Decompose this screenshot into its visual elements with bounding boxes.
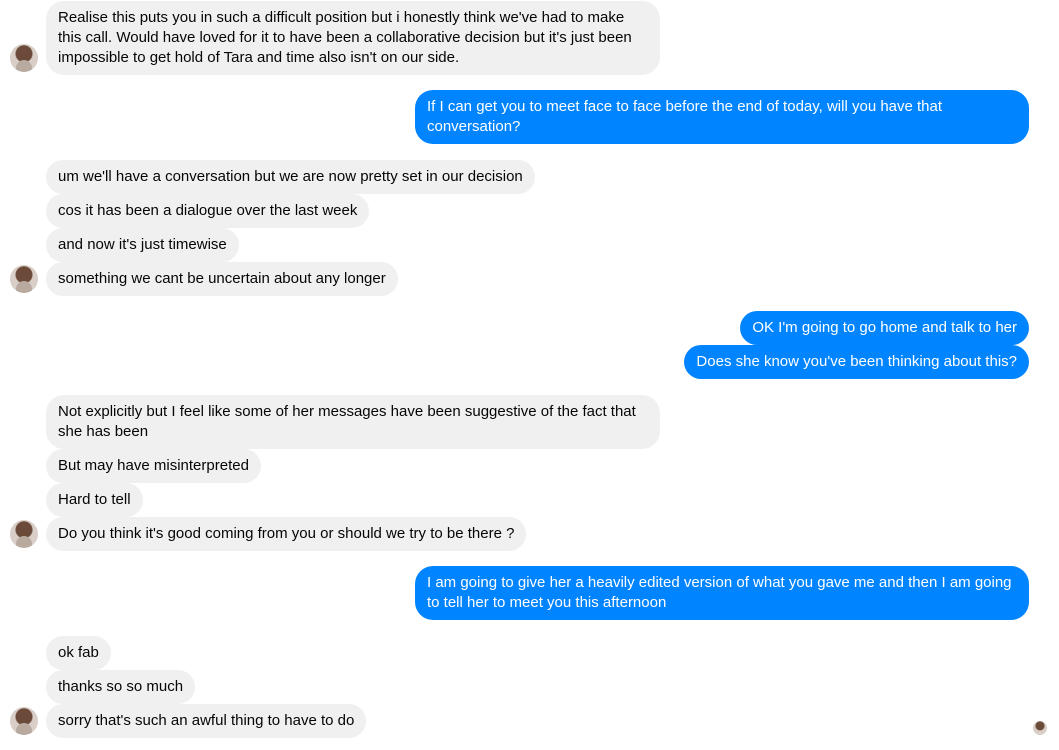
incoming-message: Not explicitly but I feel like some of h…	[46, 395, 660, 449]
incoming-message: ok fab	[46, 636, 111, 670]
incoming-message: something we cant be uncertain about any…	[46, 262, 398, 296]
incoming-message: sorry that's such an awful thing to have…	[46, 704, 367, 738]
incoming-message: But may have misinterpreted	[46, 449, 261, 483]
contact-avatar[interactable]	[10, 44, 38, 72]
incoming-message: thanks so so much	[46, 670, 196, 704]
incoming-message: and now it's just timewise	[46, 228, 239, 262]
incoming-message: cos it has been a dialogue over the last…	[46, 194, 370, 228]
outgoing-message: I am going to give her a heavily edited …	[415, 566, 1029, 620]
contact-avatar[interactable]	[10, 265, 38, 293]
contact-avatar[interactable]	[10, 520, 38, 548]
outgoing-message: OK I'm going to go home and talk to her	[740, 311, 1029, 345]
outgoing-message: If I can get you to meet face to face be…	[415, 90, 1029, 144]
seen-receipt-avatar-icon	[1033, 721, 1047, 735]
incoming-message: Realise this puts you in such a difficul…	[46, 1, 660, 75]
incoming-message: Do you think it's good coming from you o…	[46, 517, 527, 551]
incoming-message: Hard to tell	[46, 483, 143, 517]
outgoing-message: Does she know you've been thinking about…	[684, 345, 1029, 379]
message-thread[interactable]: Realise this puts you in such a difficul…	[0, 0, 1059, 750]
contact-avatar[interactable]	[10, 707, 38, 735]
incoming-message: um we'll have a conversation but we are …	[46, 160, 535, 194]
